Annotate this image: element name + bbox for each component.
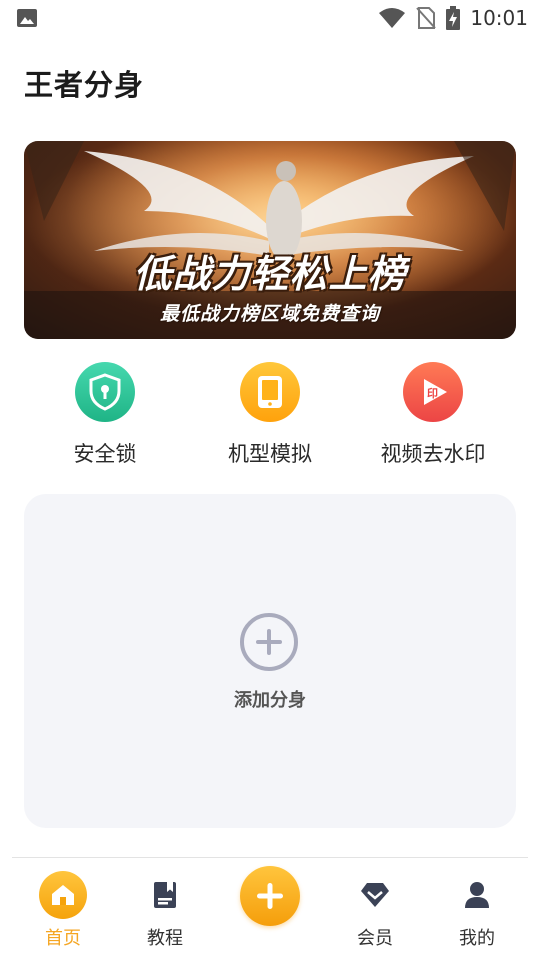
nav-item-mine[interactable]: 我的	[437, 870, 517, 950]
tablet-icon	[240, 362, 300, 422]
nav-item-tutorial[interactable]: 教程	[125, 870, 205, 950]
banner-subline: 最低战力榜区域免费查询	[159, 303, 380, 325]
plus-icon	[257, 883, 283, 909]
play-stamp-icon: 印	[403, 362, 463, 422]
add-clone-label: 添加分身	[234, 690, 306, 711]
tool-label: 安全锁	[73, 442, 137, 466]
battery-charging-icon	[446, 6, 461, 30]
status-icons: 10:01	[378, 5, 528, 31]
tool-label: 机型模拟	[228, 442, 312, 466]
wifi-icon	[379, 8, 406, 28]
status-bar: 10:01	[0, 0, 540, 36]
home-icon	[39, 871, 87, 919]
shield-lock-icon	[75, 362, 135, 422]
image-icon	[17, 9, 37, 27]
promo-banner[interactable]: 低战力轻松上榜 最低战力榜区域免费查询	[24, 141, 516, 339]
person-icon	[465, 882, 489, 908]
page-title: 王者分身	[24, 68, 145, 102]
nav-label-vip: 会员	[357, 928, 393, 949]
nav-item-home[interactable]: 首页	[23, 870, 103, 950]
tool-device-simulate[interactable]: 机型模拟	[190, 362, 350, 468]
tool-label: 视频去水印	[380, 442, 486, 466]
status-time: 10:01	[470, 6, 528, 30]
book-icon	[154, 882, 176, 908]
banner-headline: 低战力轻松上榜	[133, 252, 407, 296]
nav-label-home: 首页	[45, 928, 81, 949]
center-add-button[interactable]	[240, 866, 300, 926]
add-clone-card[interactable]: 添加分身	[24, 494, 516, 828]
tool-video-watermark[interactable]: 印 视频去水印	[353, 362, 513, 468]
no-sim-icon	[416, 7, 437, 29]
plus-circle-icon	[240, 613, 298, 671]
nav-label-tutorial: 教程	[147, 928, 183, 949]
bottom-nav: 首页 教程 会员 我的	[0, 858, 540, 960]
tool-security-lock[interactable]: 安全锁	[25, 362, 185, 468]
nav-item-vip[interactable]: 会员	[335, 870, 415, 950]
quick-tools: 安全锁 机型模拟 印 视频去水印	[0, 362, 540, 472]
diamond-icon	[361, 883, 389, 907]
nav-label-mine: 我的	[459, 928, 495, 949]
svg-text:印: 印	[427, 387, 438, 400]
